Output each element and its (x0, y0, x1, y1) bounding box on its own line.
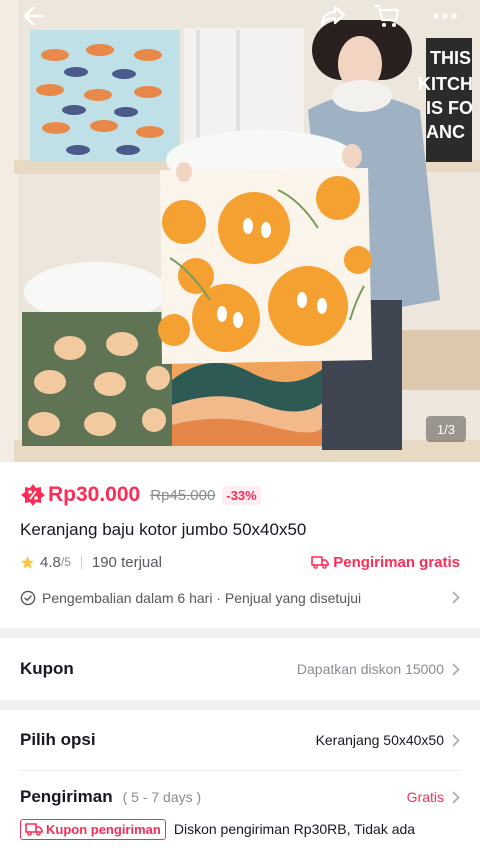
free-shipping-label[interactable]: Pengiriman gratis (311, 551, 460, 573)
options-shipping-section: Pilih opsi Keranjang 50x40x50 Pengiriman… (0, 710, 480, 854)
return-policy-text: Pengembalian dalam 6 hari · Penjual yang… (42, 590, 362, 606)
shipping-coupon-row[interactable]: Kupon pengiriman Diskon pengiriman Rp30R… (20, 817, 460, 841)
more-button[interactable] (425, 0, 465, 32)
original-price: Rp45.000 (150, 486, 216, 504)
shipping-days: ( 5 - 7 days ) (122, 789, 202, 805)
product-detail-screen: THIS KITCH IS FO ANC 1/3 Rp30.000 Rp45.0… (0, 0, 480, 854)
shipping-value: Gratis (406, 789, 444, 805)
share-button[interactable] (313, 0, 353, 32)
delivery-truck-icon (25, 823, 43, 836)
product-image-gallery[interactable]: THIS KITCH IS FO ANC 1/3 (0, 0, 480, 462)
more-icon (433, 13, 457, 19)
divider (80, 555, 82, 569)
shipping-coupon-badge: Kupon pengiriman (20, 818, 166, 840)
share-icon (320, 5, 346, 27)
price-tag-icon (21, 484, 45, 506)
check-circle-icon (20, 590, 36, 606)
shipping-row[interactable]: Pengiriman ( 5 - 7 days ) Gratis (20, 785, 460, 809)
chevron-right-icon (452, 791, 460, 804)
option-label: Pilih opsi (20, 730, 96, 749)
product-photo: THIS KITCH IS FO ANC (0, 0, 480, 462)
shipping-coupon-badge-text: Kupon pengiriman (46, 821, 161, 837)
option-row[interactable]: Pilih opsi Keranjang 50x40x50 (20, 728, 460, 752)
back-button[interactable] (14, 0, 54, 32)
rating-max: /5 (60, 555, 71, 569)
rating-row: 4.8 /5 190 terjual Pengiriman gratis (20, 551, 460, 573)
cart-button[interactable] (367, 0, 407, 32)
discount-badge: -33% (222, 485, 261, 505)
shipping-label: Pengiriman (20, 787, 113, 806)
star-icon (20, 555, 35, 569)
shipping-coupon-description: Diskon pengiriman Rp30RB, Tidak ada (173, 821, 416, 837)
image-counter: 1/3 (426, 416, 466, 442)
coupon-section[interactable]: Kupon Dapatkan diskon 15000 (0, 638, 480, 700)
photo-sign-line-1: THIS (430, 48, 471, 68)
top-bar (0, 0, 480, 34)
chevron-right-icon (452, 591, 460, 604)
current-price: Rp30.000 (48, 483, 141, 506)
arrow-left-icon (23, 6, 45, 26)
delivery-truck-icon (311, 556, 330, 569)
photo-sign-line-2: KITCH (418, 74, 473, 94)
option-value: Keranjang 50x40x50 (315, 732, 444, 748)
cart-icon (373, 4, 400, 27)
free-shipping-text: Pengiriman gratis (333, 553, 460, 571)
coupon-value: Dapatkan diskon 15000 (296, 661, 444, 677)
chevron-right-icon (452, 734, 460, 747)
photo-sign-line-4: ANC (426, 122, 465, 142)
product-title: Keranjang baju kotor jumbo 50x40x50 (20, 520, 307, 539)
photo-sign-line-3: IS FO (426, 98, 473, 118)
coupon-row[interactable]: Kupon Dapatkan diskon 15000 (20, 657, 460, 681)
coupon-label: Kupon (20, 659, 74, 678)
return-policy-row[interactable]: Pengembalian dalam 6 hari · Penjual yang… (20, 587, 460, 609)
rating-value: 4.8 (40, 553, 61, 571)
chevron-right-icon (452, 663, 460, 676)
product-info: Rp30.000 Rp45.000 -33% Keranjang baju ko… (0, 462, 480, 628)
divider (20, 770, 460, 771)
sold-count: 190 terjual (91, 553, 162, 571)
price-row: Rp30.000 Rp45.000 -33% (20, 482, 261, 508)
